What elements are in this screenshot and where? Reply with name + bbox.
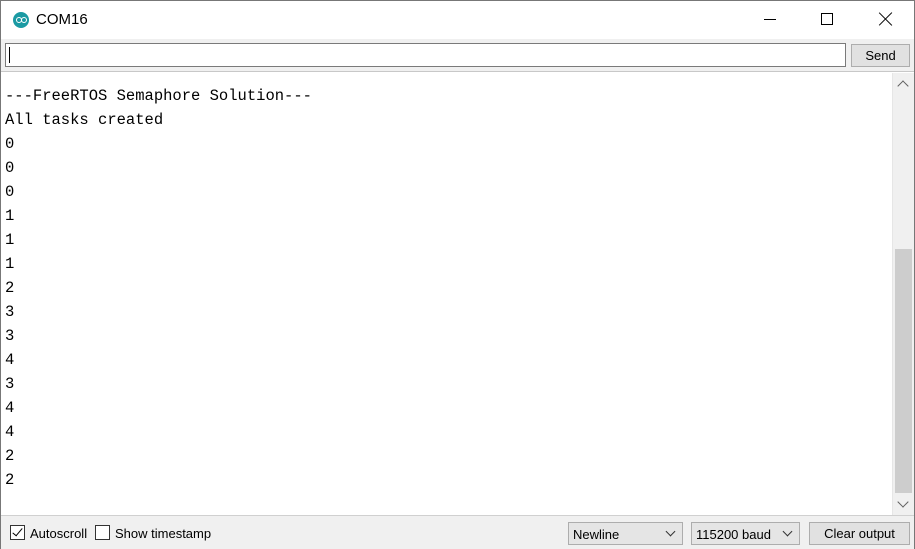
- output-line: All tasks created: [5, 111, 164, 129]
- output-line: 4: [5, 351, 15, 369]
- clear-output-button[interactable]: Clear output: [809, 522, 910, 545]
- output-line: 3: [5, 327, 15, 345]
- close-icon: [878, 11, 894, 27]
- baud-rate-select[interactable]: 115200 baud: [691, 522, 800, 545]
- serial-monitor-window: COM16 Send ---FreeRTOS Semaphore Solutio…: [0, 0, 915, 549]
- serial-output[interactable]: ---FreeRTOS Semaphore Solution--- All tas…: [2, 73, 892, 515]
- output-line: 0: [5, 159, 15, 177]
- title-bar[interactable]: COM16: [1, 1, 914, 39]
- maximize-icon: [821, 13, 833, 25]
- line-ending-select[interactable]: Newline: [568, 522, 683, 545]
- output-line: 3: [5, 303, 15, 321]
- show-timestamp-checkbox[interactable]: [95, 525, 110, 540]
- scroll-down-button[interactable]: [893, 493, 914, 515]
- serial-send-input[interactable]: [5, 43, 846, 67]
- output-line: 0: [5, 183, 15, 201]
- scroll-thumb[interactable]: [895, 249, 912, 493]
- close-button[interactable]: [856, 1, 914, 39]
- chevron-down-icon: [782, 526, 793, 537]
- arduino-icon: [13, 12, 29, 28]
- text-caret: [9, 47, 10, 63]
- output-line: ---FreeRTOS Semaphore Solution---: [5, 87, 312, 105]
- checkmark-icon: [12, 525, 23, 537]
- output-line: 2: [5, 471, 15, 489]
- vertical-scrollbar[interactable]: [892, 73, 914, 515]
- output-line: 1: [5, 255, 15, 273]
- baud-rate-value: 115200 baud: [696, 527, 771, 542]
- maximize-button[interactable]: [798, 1, 856, 39]
- autoscroll-checkbox[interactable]: [10, 525, 25, 540]
- output-line: 3: [5, 375, 15, 393]
- chevron-up-icon: [897, 80, 909, 92]
- line-ending-value: Newline: [573, 527, 620, 542]
- output-line: 2: [5, 447, 15, 465]
- bottom-bar: Autoscroll Show timestamp Newline 115200…: [1, 515, 914, 549]
- output-line: 2: [5, 279, 15, 297]
- output-line: 0: [5, 135, 15, 153]
- minimize-button[interactable]: [741, 1, 799, 39]
- output-line: 1: [5, 231, 15, 249]
- chevron-down-icon: [665, 526, 676, 537]
- autoscroll-label[interactable]: Autoscroll: [30, 526, 87, 541]
- output-line: 4: [5, 399, 15, 417]
- chevron-down-icon: [897, 496, 909, 508]
- minimize-icon: [764, 19, 776, 20]
- send-button[interactable]: Send: [851, 44, 910, 67]
- output-line: 4: [5, 423, 15, 441]
- scroll-up-button[interactable]: [893, 73, 914, 95]
- send-row: Send: [1, 39, 914, 72]
- output-line: 1: [5, 207, 15, 225]
- show-timestamp-label[interactable]: Show timestamp: [115, 526, 211, 541]
- window-title: COM16: [36, 11, 88, 28]
